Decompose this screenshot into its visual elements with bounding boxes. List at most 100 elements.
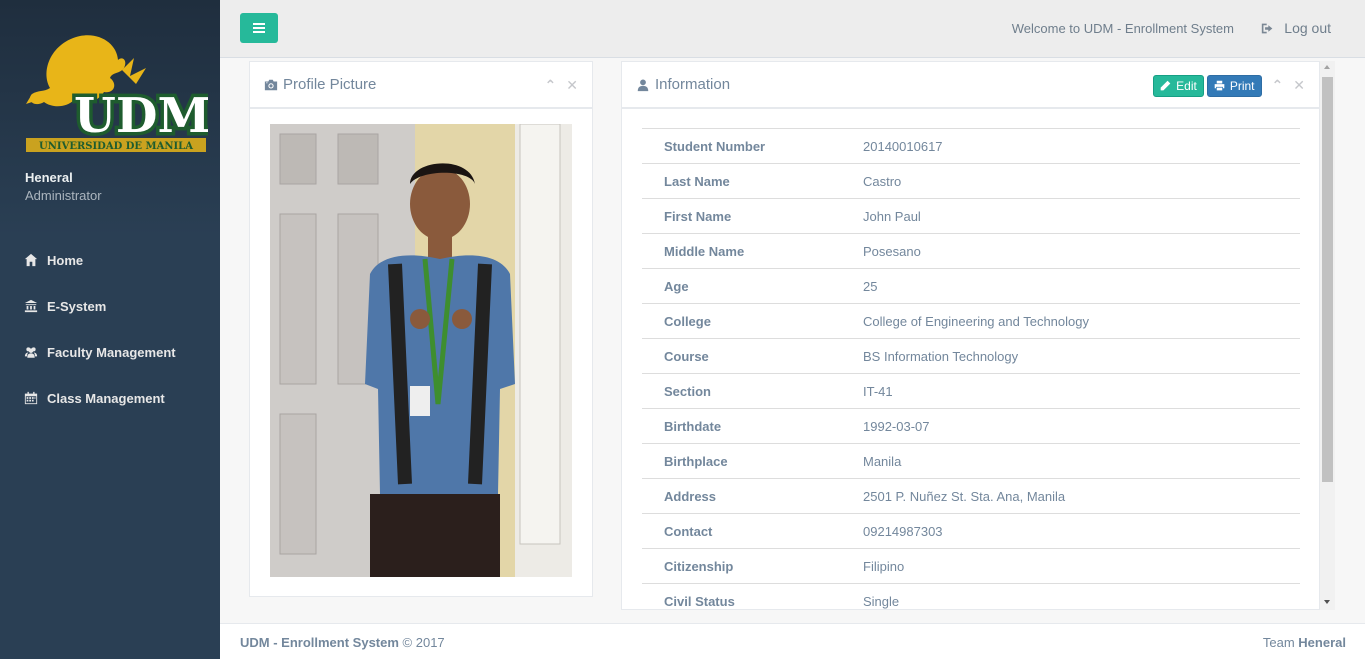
panel-header: Information Edit Print ⌃ ✕ bbox=[622, 62, 1319, 109]
field-value: Filipino bbox=[863, 548, 1300, 584]
profile-picture-panel: Profile Picture ⌃ ✕ bbox=[249, 61, 593, 597]
table-row: First Name John Paul bbox=[642, 198, 1300, 234]
sidebar-item-e-system[interactable]: E-System bbox=[0, 283, 220, 329]
panel-title-text: Information bbox=[655, 76, 731, 93]
table-row: Citizenship Filipino bbox=[642, 548, 1300, 584]
field-label: Birthdate bbox=[642, 408, 863, 444]
scroll-up-arrow-icon[interactable] bbox=[1324, 65, 1330, 69]
sidebar-header: UDM UDM UNIVERSIDAD DE MANILA Heneral Ad… bbox=[0, 0, 220, 237]
sidebar-item-label: E-System bbox=[47, 298, 107, 314]
sign-out-icon bbox=[1262, 23, 1273, 33]
panel-tools: Edit Print ⌃ ✕ bbox=[1150, 62, 1305, 109]
logout-label: Log out bbox=[1284, 20, 1331, 36]
panel-title-text: Profile Picture bbox=[283, 76, 377, 93]
field-value: BS Information Technology bbox=[863, 338, 1300, 374]
student-photo-image bbox=[270, 124, 572, 577]
footer: UDM - Enrollment System © 2017 Team Hene… bbox=[220, 623, 1365, 659]
table-row: Age 25 bbox=[642, 268, 1300, 304]
print-icon bbox=[1214, 80, 1225, 91]
scrollbar[interactable] bbox=[1320, 61, 1335, 610]
sidebar-item-faculty-management[interactable]: Faculty Management bbox=[0, 329, 220, 375]
sidebar-item-label: Faculty Management bbox=[47, 344, 176, 360]
field-label: Course bbox=[642, 338, 863, 374]
field-label: First Name bbox=[642, 198, 863, 234]
sidebar-item-home[interactable]: Home bbox=[0, 237, 220, 283]
field-label: Student Number bbox=[642, 128, 863, 164]
logout-link[interactable]: Log out bbox=[1261, 20, 1331, 36]
table-row: Civil Status Single bbox=[642, 583, 1300, 609]
top-navbar: Welcome to UDM - Enrollment System Log o… bbox=[220, 0, 1365, 58]
footer-team-name: Heneral bbox=[1298, 635, 1346, 650]
field-value: 09214987303 bbox=[863, 513, 1300, 549]
field-label: Civil Status bbox=[642, 583, 863, 609]
chevron-up-icon[interactable]: ⌃ bbox=[545, 77, 557, 94]
field-value: Castro bbox=[863, 163, 1300, 199]
table-row: College College of Engineering and Techno… bbox=[642, 303, 1300, 339]
close-icon[interactable]: ✕ bbox=[1293, 77, 1305, 94]
field-value: 25 bbox=[863, 268, 1300, 304]
footer-team: Team Heneral bbox=[1263, 635, 1346, 650]
student-info-table: Student Number 20140010617 Last Name Castro… bbox=[642, 128, 1300, 609]
field-label: Age bbox=[642, 268, 863, 304]
table-row: Birthdate 1992-03-07 bbox=[642, 408, 1300, 444]
field-value: 1992-03-07 bbox=[863, 408, 1300, 444]
field-value: Manila bbox=[863, 443, 1300, 479]
svg-text:UDM: UDM bbox=[74, 88, 208, 144]
udm-logo[interactable]: UDM UDM UNIVERSIDAD DE MANILA bbox=[22, 30, 208, 156]
home-icon bbox=[24, 253, 38, 267]
sidebar-item-label: Home bbox=[47, 252, 84, 268]
field-value: 20140010617 bbox=[863, 128, 1300, 164]
camera-icon bbox=[264, 79, 278, 90]
field-value: Single bbox=[863, 583, 1300, 609]
table-row: Last Name Castro bbox=[642, 163, 1300, 199]
sidebar-item-label: Class Management bbox=[47, 390, 165, 406]
pencil-icon bbox=[1160, 80, 1171, 91]
calendar-icon bbox=[24, 391, 38, 405]
field-value: 2501 P. Nuñez St. Sta. Ana, Manila bbox=[863, 478, 1300, 514]
sidebar: UDM UDM UNIVERSIDAD DE MANILA Heneral Ad… bbox=[0, 0, 220, 659]
edit-label: Edit bbox=[1176, 78, 1197, 93]
scrollbar-thumb[interactable] bbox=[1322, 77, 1333, 482]
institution-icon bbox=[24, 299, 38, 313]
panel-title: Profile Picture bbox=[264, 76, 376, 93]
information-panel: Information Edit Print ⌃ ✕ Student Numbe… bbox=[621, 61, 1320, 610]
sidebar-menu: Home E-System Faculty Management Class M… bbox=[0, 237, 220, 421]
scroll-down-arrow-icon[interactable] bbox=[1324, 600, 1330, 604]
bars-icon bbox=[253, 21, 265, 35]
field-value: John Paul bbox=[863, 198, 1300, 234]
footer-copyright: UDM - Enrollment System © 2017 bbox=[240, 635, 445, 650]
menu-toggle-button[interactable] bbox=[240, 13, 278, 43]
table-row: Student Number 20140010617 bbox=[642, 128, 1300, 164]
table-row: Section IT-41 bbox=[642, 373, 1300, 409]
edit-button[interactable]: Edit bbox=[1153, 74, 1204, 97]
panel-header: Profile Picture ⌃ ✕ bbox=[250, 62, 592, 109]
svg-text:UNIVERSIDAD DE MANILA: UNIVERSIDAD DE MANILA bbox=[39, 141, 193, 152]
table-row: Address 2501 P. Nuñez St. Sta. Ana, Manil… bbox=[642, 478, 1300, 514]
field-label: Last Name bbox=[642, 163, 863, 199]
field-value: IT-41 bbox=[863, 373, 1300, 409]
field-value: College of Engineering and Technology bbox=[863, 303, 1300, 339]
field-label: Birthplace bbox=[642, 443, 863, 479]
user-icon bbox=[637, 78, 649, 91]
field-label: Middle Name bbox=[642, 233, 863, 269]
footer-brand: UDM - Enrollment System bbox=[240, 635, 399, 650]
users-icon bbox=[24, 347, 38, 358]
footer-year: © 2017 bbox=[402, 635, 445, 650]
profile-role: Administrator bbox=[25, 188, 102, 203]
table-row: Contact 09214987303 bbox=[642, 513, 1300, 549]
field-label: Citizenship bbox=[642, 548, 863, 584]
field-label: Section bbox=[642, 373, 863, 409]
field-label: Contact bbox=[642, 513, 863, 549]
print-label: Print bbox=[1229, 78, 1255, 93]
panel-title: Information bbox=[636, 76, 730, 93]
chevron-up-icon[interactable]: ⌃ bbox=[1272, 77, 1284, 94]
field-label: College bbox=[642, 303, 863, 339]
footer-team-prefix: Team bbox=[1262, 635, 1295, 650]
print-button[interactable]: Print bbox=[1206, 74, 1262, 97]
profile-photo bbox=[270, 124, 572, 577]
profile-name: Heneral bbox=[25, 170, 73, 185]
table-row: Birthplace Manila bbox=[642, 443, 1300, 479]
close-icon[interactable]: ✕ bbox=[566, 77, 578, 94]
sidebar-item-class-management[interactable]: Class Management bbox=[0, 375, 220, 421]
welcome-text: Welcome to UDM - Enrollment System bbox=[1011, 21, 1234, 36]
